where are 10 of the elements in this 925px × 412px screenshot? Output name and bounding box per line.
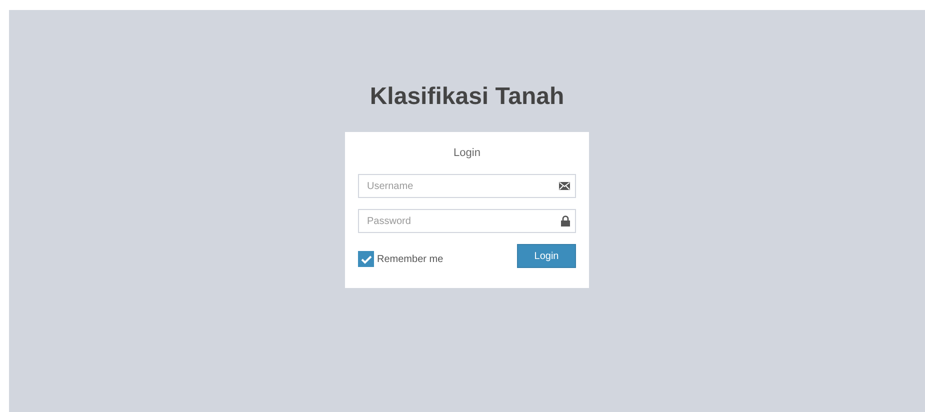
app-title: Klasifikasi Tanah xyxy=(370,83,564,111)
input-field[interactable]: Password xyxy=(358,209,576,233)
check-icon xyxy=(360,254,372,264)
envelope-icon xyxy=(559,182,570,190)
input-field[interactable]: Username xyxy=(358,174,576,198)
lock-icon xyxy=(561,216,570,226)
remember-label: Remember me xyxy=(377,254,444,264)
login-heading: Login xyxy=(452,146,482,160)
checkbox[interactable] xyxy=(358,251,374,267)
login-button[interactable]: Login xyxy=(517,244,576,268)
